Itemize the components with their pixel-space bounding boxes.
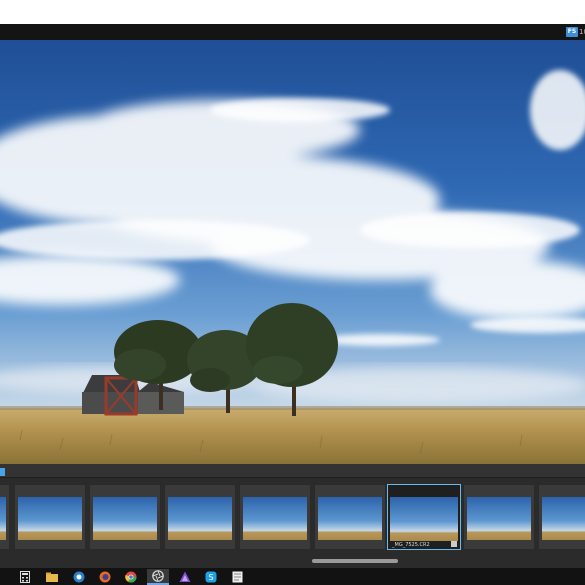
document-icon[interactable] [229, 569, 246, 585]
thumbnail-8[interactable] [463, 484, 535, 550]
thumbnail-1[interactable] [0, 484, 10, 550]
filmstrip-scroll-thumb[interactable] [312, 559, 398, 563]
svg-text:S: S [208, 573, 213, 582]
thumbnail-image [318, 497, 382, 540]
affinity-icon[interactable] [176, 569, 193, 585]
thumbnail-image [390, 497, 458, 541]
chrome-icon[interactable] [122, 569, 139, 585]
zoom-level[interactable]: 10 [579, 26, 585, 38]
image-viewer[interactable] [0, 40, 585, 464]
thumbnail-6[interactable] [314, 484, 386, 550]
firefox-icon[interactable] [96, 569, 113, 585]
thumbnail-image [467, 497, 531, 540]
thumbnail-4[interactable] [164, 484, 236, 550]
filmstrip: _MG_7525.CR2 [0, 464, 585, 568]
filmstrip-marker[interactable] [0, 468, 5, 476]
app-window: FS 10 [0, 0, 585, 585]
app-badge: FS [566, 27, 578, 37]
filmstrip-scrollbar[interactable] [0, 556, 585, 566]
thumbnail-selected[interactable]: _MG_7525.CR2 [387, 484, 461, 550]
landscape-photo [0, 40, 585, 464]
thumbnail-9[interactable] [538, 484, 585, 550]
file-explorer-icon[interactable] [43, 569, 60, 585]
thumbnail-image [18, 497, 82, 540]
thumbnail-image [93, 497, 157, 540]
taskbar: S [0, 568, 585, 585]
browser-icon[interactable] [70, 569, 87, 585]
thumbnail-image [0, 497, 6, 540]
skype-icon[interactable]: S [202, 569, 219, 585]
aperture-app-icon[interactable] [147, 569, 169, 585]
thumbnail-image [542, 497, 585, 540]
thumbnail-image [168, 497, 232, 540]
thumbnail-5[interactable] [239, 484, 311, 550]
thumbnail-image [243, 497, 307, 540]
raw-badge-icon [451, 541, 457, 547]
thumbnail-2[interactable] [14, 484, 86, 550]
thumbnail-filename: _MG_7525.CR2 [392, 542, 430, 548]
filmstrip-header [0, 464, 585, 478]
calculator-icon[interactable] [16, 569, 33, 585]
title-bar: FS 10 [0, 24, 585, 40]
thumbnail-3[interactable] [89, 484, 161, 550]
